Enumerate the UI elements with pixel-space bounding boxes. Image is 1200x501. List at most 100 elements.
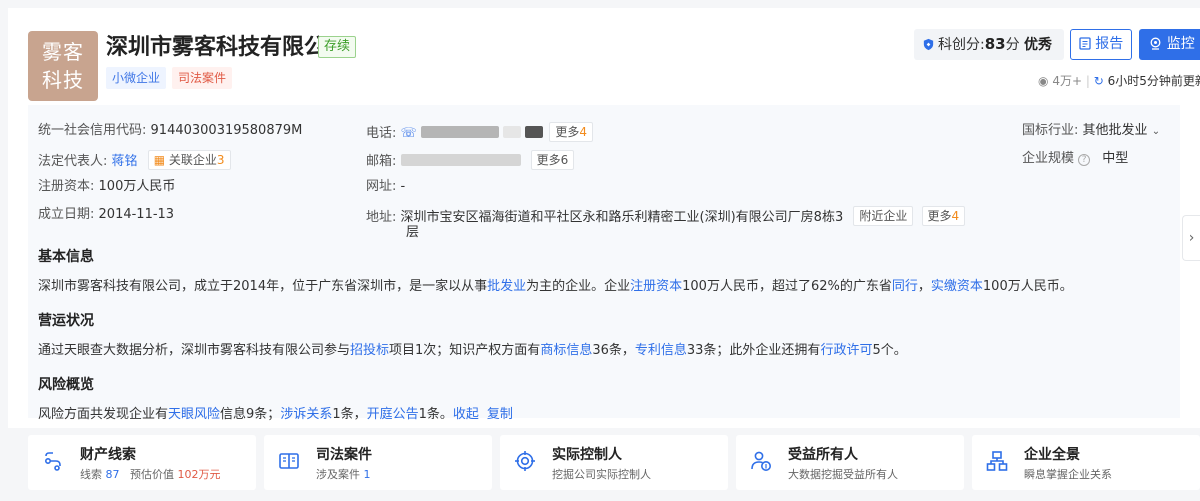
info-panel: 统一社会信用代码: 91440300319580879M 法定代表人: 蒋铭 ▦… [28, 105, 1180, 422]
risk-title: 风险概览 [38, 377, 94, 393]
link-lawsuit[interactable]: 涉诉关系 [280, 407, 332, 422]
phone-more[interactable]: 更多4 [549, 122, 594, 142]
address-row: 地址: 深圳市宝安区福海街道和平社区永和路乐利精密工业(深圳)有限公司厂房8栋3… [366, 206, 966, 227]
card-title: 财产线索 [80, 447, 136, 463]
company-name: 深圳市雾客科技有限公司 [106, 35, 349, 60]
logo-line-1: 雾客 [42, 40, 84, 64]
status-badge: 存续 [318, 36, 357, 58]
chevron-down-icon: ⌄ [1151, 126, 1161, 137]
operations-title: 营运状况 [38, 313, 94, 329]
link-registered-capital[interactable]: 注册资本 [630, 279, 682, 294]
email-more[interactable]: 更多6 [530, 150, 575, 170]
link-tianyan-risk[interactable]: 天眼风险 [168, 407, 220, 422]
email-masked [400, 154, 521, 166]
link-bidding[interactable]: 招投标 [350, 343, 389, 358]
link-court-notice[interactable]: 开庭公告 [367, 407, 419, 422]
score-label: 科创分: [938, 37, 985, 53]
card-property-clues[interactable]: 财产线索 线索 87 预估价值 102万元 [28, 435, 256, 490]
link-patent[interactable]: 专利信息 [635, 343, 687, 358]
link-admin-license[interactable]: 行政许可 [820, 343, 872, 358]
legal-rep-row: 法定代表人: 蒋铭 ▦ 关联企业3 [38, 150, 231, 171]
phone-row: 电话: ☏ 更多4 [366, 122, 594, 143]
copy-link[interactable]: 复制 [487, 407, 513, 422]
related-company-tag[interactable]: ▦ 关联企业3 [147, 150, 231, 170]
link-wholesale[interactable]: 批发业 [487, 279, 526, 294]
link-peers[interactable]: 同行 [892, 279, 918, 294]
card-subtitle: 挖掘公司实际控制人 [552, 468, 651, 481]
address-label: 地址: [366, 210, 397, 225]
card-title: 实际控制人 [552, 447, 622, 463]
industry-row[interactable]: 国标行业: 其他批发业 ⌄ [1022, 122, 1160, 141]
company-logo: 雾客 科技 [28, 31, 98, 101]
link-trademark[interactable]: 商标信息 [540, 343, 592, 358]
card-subtitle: 瞬息掌握企业关系 [1024, 468, 1112, 481]
eye-icon: ◉ [1038, 74, 1049, 88]
monitor-icon [1150, 37, 1161, 50]
scale-label: 企业规模 [1022, 151, 1075, 166]
credit-code-row: 统一社会信用代码: 91440300319580879M [38, 122, 302, 140]
book-icon [279, 453, 299, 469]
card-title: 企业全景 [1024, 447, 1080, 463]
scale-value: 中型 [1102, 151, 1129, 166]
org-chart-icon [986, 451, 1008, 471]
view-count: 4万+ [1052, 74, 1083, 88]
logo-line-2: 科技 [42, 68, 84, 92]
nearby-companies-button[interactable]: 附近企业 [853, 206, 914, 226]
collapse-link[interactable]: 收起 [453, 407, 479, 422]
score-level: 优秀 [1024, 37, 1053, 53]
score-value: 83 [984, 35, 1006, 53]
scale-row: 企业规模 ? 中型 [1022, 150, 1128, 168]
basic-info-text: 深圳市雾客科技有限公司，成立于2014年，位于广东省深圳市，是一家以从事批发业为… [38, 279, 1073, 294]
report-button[interactable]: 报告 [1070, 29, 1132, 60]
capital-row: 注册资本: 100万人民币 [38, 178, 175, 196]
card-subtitle: 大数据挖掘受益所有人 [788, 468, 898, 481]
phone-label: 电话: [366, 126, 397, 141]
founded-value: 2014-11-13 [98, 207, 175, 222]
phone-masked-2 [503, 126, 522, 138]
legal-rep-label: 法定代表人: [38, 154, 108, 169]
score-shield-icon [923, 38, 934, 51]
score-unit: 分 [1005, 37, 1020, 53]
user-money-icon [751, 451, 771, 471]
monitor-button-label: 监控 [1166, 36, 1195, 52]
target-icon [515, 451, 535, 471]
report-icon [1079, 37, 1091, 50]
card-beneficial-owner[interactable]: 受益所有人 大数据挖掘受益所有人 [736, 435, 964, 490]
card-title: 受益所有人 [788, 447, 858, 463]
link-paid-capital[interactable]: 实缴资本 [931, 279, 983, 294]
page: 雾客 科技 深圳市雾客科技有限公司 存续 小微企业 司法案件 科创分:83分 优… [0, 0, 1200, 501]
card-subtitle: 涉及案件 1 [316, 468, 371, 481]
tech-score-box[interactable]: 科创分:83分 优秀 [914, 29, 1064, 60]
credit-code-value: 91440300319580879M [150, 123, 303, 138]
website-value: - [400, 179, 406, 194]
chevron-right-icon[interactable]: › [1182, 215, 1200, 261]
phone-masked [420, 126, 499, 138]
phone-icon: ☏ [400, 126, 417, 141]
card-title: 司法案件 [316, 447, 372, 463]
website-label: 网址: [366, 179, 397, 194]
property-clue-icon [44, 452, 61, 471]
card-company-panorama[interactable]: 企业全景 瞬息掌握企业关系 [972, 435, 1200, 490]
address-value: 深圳市宝安区福海街道和平社区永和路乐利精密工业(深圳)有限公司厂房8栋3 [400, 210, 844, 225]
credit-code-label: 统一社会信用代码: [38, 123, 147, 138]
address-more[interactable]: 更多4 [921, 206, 966, 226]
phone-masked-3 [525, 126, 544, 138]
update-time: 6小时5分钟前更新 [1107, 74, 1200, 88]
report-button-label: 报告 [1095, 36, 1124, 52]
risk-text: 风险方面共发现企业有天眼风险信息9条；涉诉关系1条，开庭公告1条。收起 复制 [38, 407, 513, 422]
address-line-2: 层 [406, 225, 420, 240]
card-judicial-cases[interactable]: 司法案件 涉及案件 1 [264, 435, 492, 490]
card-actual-controller[interactable]: 实际控制人 挖掘公司实际控制人 [500, 435, 728, 490]
capital-value: 100万人民币 [98, 179, 176, 194]
refresh-icon[interactable]: ↻ [1094, 74, 1104, 88]
operations-text: 通过天眼查大数据分析，深圳市雾客科技有限公司参与招投标项目1次；知识产权方面有商… [38, 343, 907, 358]
industry-label: 国标行业: [1022, 123, 1079, 138]
monitor-button[interactable]: 监控 [1139, 29, 1200, 60]
legal-rep-link[interactable]: 蒋铭 [112, 154, 138, 169]
tag-judicial[interactable]: 司法案件 [172, 67, 233, 89]
help-icon[interactable]: ? [1078, 154, 1091, 166]
company-header-card: 雾客 科技 深圳市雾客科技有限公司 存续 小微企业 司法案件 科创分:83分 优… [8, 8, 1200, 428]
email-label: 邮箱: [366, 154, 397, 169]
view-stats: ◉ 4万+ | ↻ 6小时5分钟前更新 [1038, 72, 1200, 89]
tag-small-micro[interactable]: 小微企业 [106, 67, 167, 89]
